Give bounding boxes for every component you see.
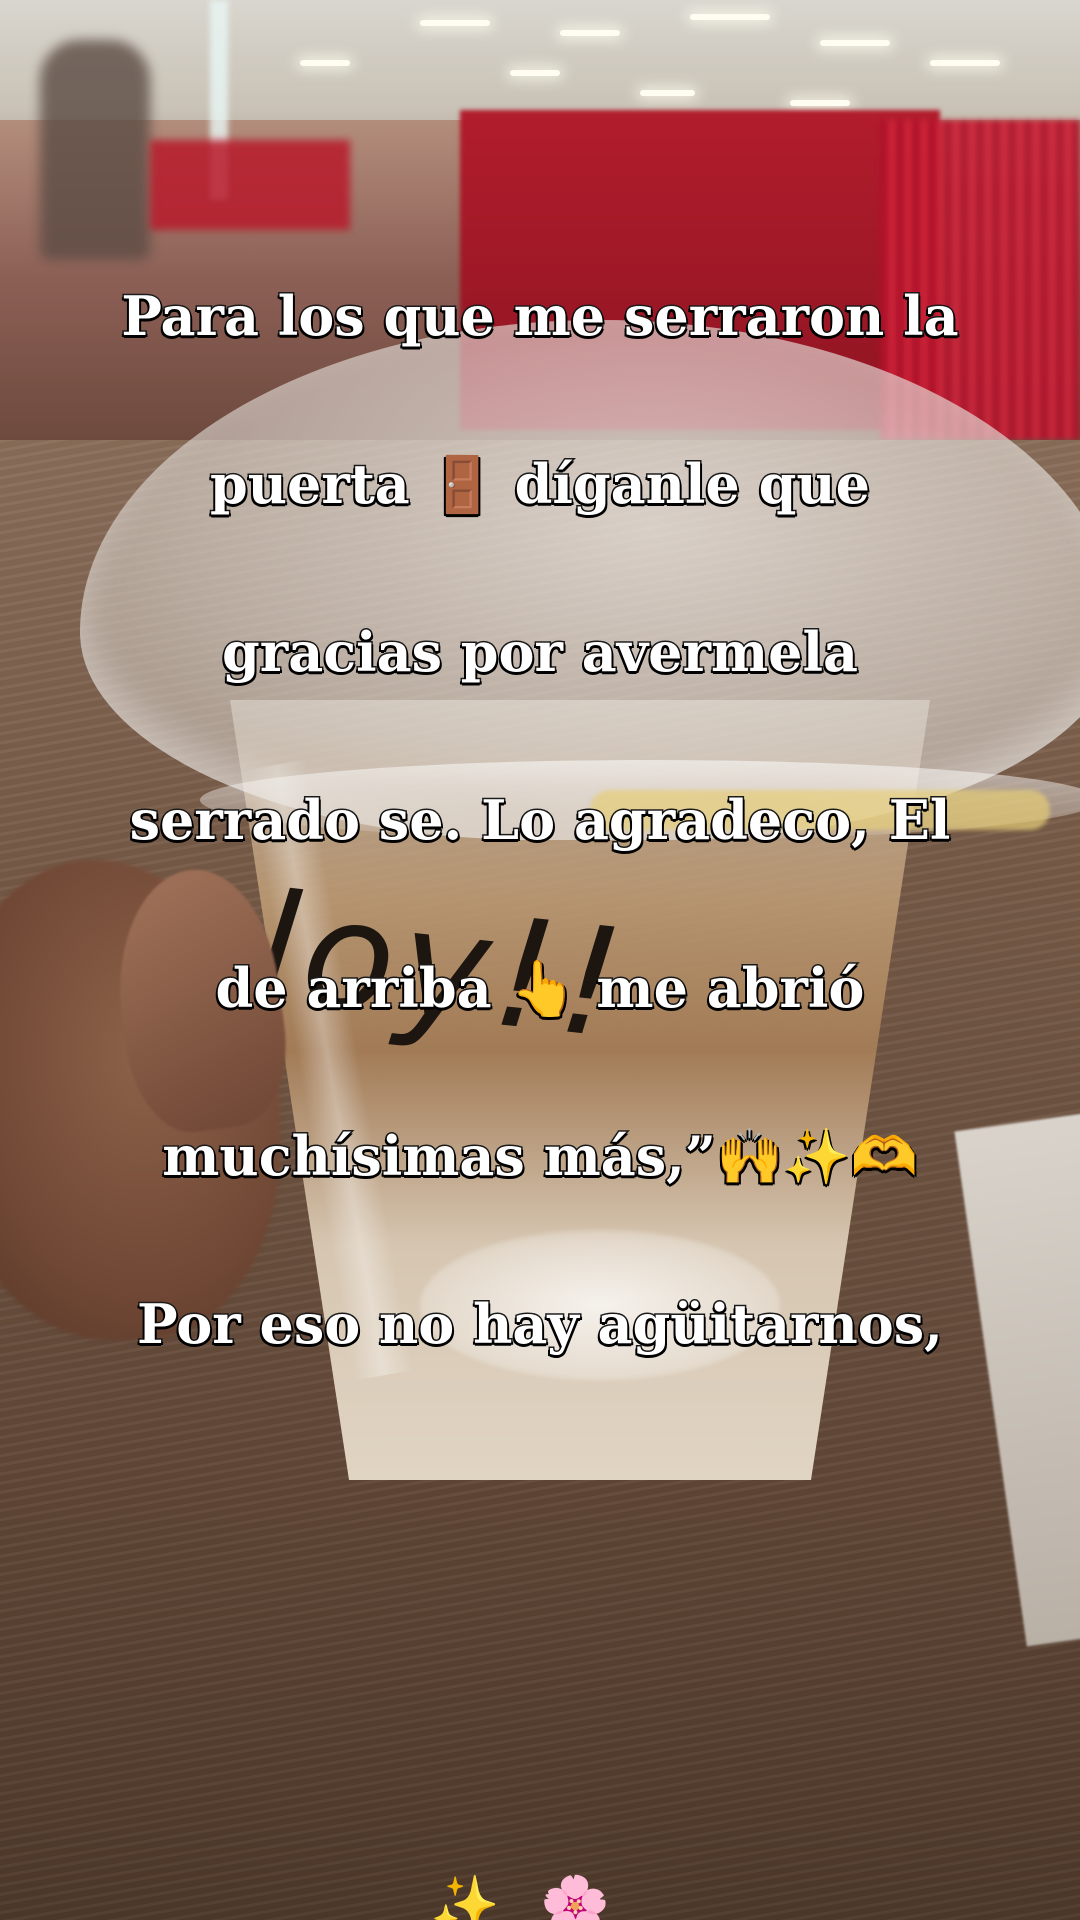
- caption-line: de arriba 👆 me abrió: [214, 955, 866, 1022]
- caption-line: Para los que me serraron la: [120, 283, 960, 350]
- bottom-sticker-emojis: ✨🌸: [430, 1873, 650, 1920]
- caption-line: muchísimas más,”🙌✨🫶: [161, 1123, 919, 1190]
- story-caption: Para los que me serraron la puerta 🚪 díg…: [40, 190, 1040, 1450]
- caption-line: puerta 🚪 díganle que: [209, 451, 872, 518]
- caption-line: Por eso no hay agüitarnos,: [136, 1291, 945, 1358]
- photo-frame: loy!! Para los que me serraron la puerta…: [0, 0, 1080, 1920]
- caption-line: serrado se. Lo agradeco, El: [128, 787, 952, 854]
- caption-line: gracias por avermela: [221, 619, 860, 686]
